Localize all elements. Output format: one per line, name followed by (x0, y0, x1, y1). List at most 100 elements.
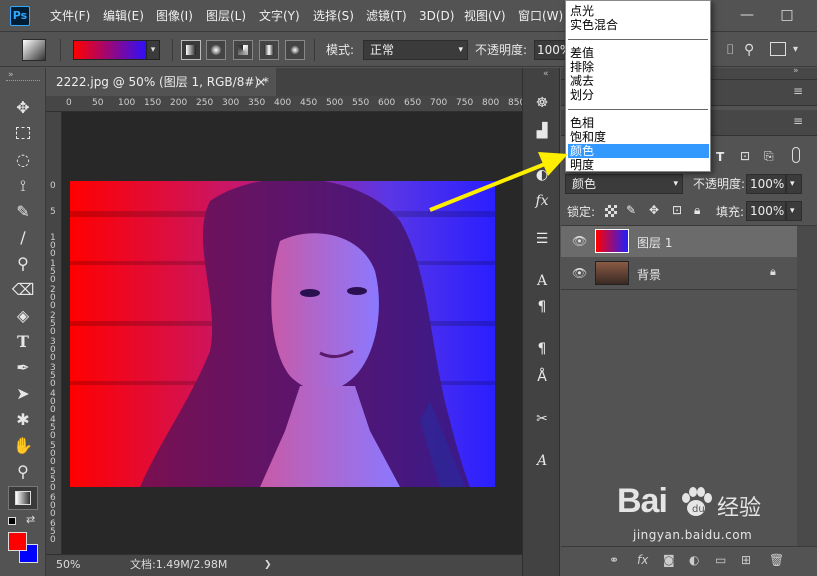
menu-image[interactable]: 图像(I) (156, 0, 193, 32)
lock-all-icon[interactable]: 🔒︎ (694, 203, 700, 218)
stamp-tool-icon[interactable]: ⚲ (10, 252, 36, 276)
visibility-eye-icon[interactable]: 👁︎ (572, 266, 587, 280)
type-filter-icon[interactable]: T (716, 150, 724, 164)
move-tool-icon[interactable]: ✥ (10, 96, 36, 120)
layer-opacity-input[interactable]: 100% (746, 174, 786, 194)
menu-window[interactable]: 窗口(W) (518, 0, 563, 32)
blend-option-divide[interactable]: 划分 (570, 88, 594, 102)
panel-menu-icon[interactable]: ≡ (793, 84, 803, 98)
navigator-icon[interactable]: ☸ (531, 92, 553, 114)
blend-option-partial[interactable]: ▔▔▔ (570, 0, 598, 3)
layer-thumbnail (595, 229, 629, 253)
mode-select[interactable]: 正常 ▾ (363, 40, 468, 60)
marquee-tool-icon[interactable] (10, 122, 36, 146)
fill-input[interactable]: 100% (746, 201, 786, 221)
shape-filter-icon[interactable]: ⊡ (740, 149, 750, 163)
menu-3d[interactable]: 3D(D) (419, 0, 454, 32)
document-tab[interactable]: 2222.jpg @ 50% (图层 1, RGB/8#) * × (46, 68, 276, 96)
chevron-down-icon: ▾ (458, 45, 463, 55)
menu-file[interactable]: 文件(F) (50, 0, 90, 32)
opacity-input[interactable]: 100% (534, 40, 571, 60)
menu-view[interactable]: 视图(V) (464, 0, 506, 32)
histogram-icon[interactable]: ▟ (531, 120, 553, 142)
eraser-tool-icon[interactable]: ⌫ (10, 278, 36, 302)
type-tool-icon[interactable]: T (10, 330, 36, 354)
collapse-icon[interactable]: » (8, 70, 14, 80)
lock-transparent-icon[interactable] (605, 205, 617, 217)
document-tab-title: 2222.jpg @ 50% (图层 1, RGB/8#) * (56, 75, 269, 89)
foreground-color-swatch[interactable] (8, 532, 27, 551)
tool-presets-icon[interactable]: ✂ (531, 408, 553, 430)
gradient-preview[interactable] (73, 40, 149, 60)
opacity-chevron-icon[interactable]: ▾ (786, 174, 802, 194)
filter-toggle-icon[interactable] (792, 147, 800, 163)
blend-option-pin-light[interactable]: 点光 (570, 4, 594, 18)
glyph-a-icon[interactable]: A (531, 450, 553, 472)
menu-edit[interactable]: 编辑(E) (103, 0, 144, 32)
fill-chevron-icon[interactable]: ▾ (786, 201, 802, 221)
gradient-tool-icon[interactable] (8, 486, 38, 510)
blend-option-difference[interactable]: 差值 (570, 46, 594, 60)
close-tab-icon[interactable]: × (256, 68, 266, 96)
collapse-icon[interactable]: « (543, 69, 549, 79)
tools-panel: » ✥ ◌ ⟟ ✎ ∕ ⚲ ⌫ ◈ T ✒ ➤ ✱ ✋ ⚲ ⇄ (0, 68, 46, 576)
character-styles-icon[interactable]: ☰ (531, 228, 553, 250)
zoom-tool-icon[interactable]: ⚲ (10, 460, 36, 484)
grip-icon[interactable] (6, 80, 40, 82)
zoom-level[interactable]: 50% (56, 555, 80, 575)
layer-name[interactable]: 图层 1 (637, 234, 672, 251)
paint-bucket-tool-icon[interactable]: ◈ (10, 304, 36, 328)
menu-separator (568, 109, 708, 110)
menu-type[interactable]: 文字(Y) (259, 0, 300, 32)
visibility-eye-icon[interactable]: 👁︎ (572, 234, 587, 248)
document-image[interactable] (70, 181, 495, 487)
blend-option-subtract[interactable]: 减去 (570, 74, 594, 88)
reflected-gradient-button[interactable] (259, 40, 279, 60)
checkbox-icon[interactable]: ⌷ (726, 40, 740, 60)
lock-artboard-icon[interactable]: ⊡ (672, 203, 682, 217)
menu-select[interactable]: 选择(S) (313, 0, 354, 32)
path-select-tool-icon[interactable]: ➤ (10, 382, 36, 406)
eyedropper-tool-icon[interactable]: ✎ (10, 200, 36, 224)
paragraph-styles-icon[interactable]: ¶ (531, 338, 553, 360)
menu-layer[interactable]: 图层(L) (206, 0, 246, 32)
diamond-gradient-button[interactable] (285, 40, 305, 60)
workspace-icon[interactable] (770, 42, 786, 56)
gradient-picker-chevron-icon[interactable]: ▾ (146, 40, 160, 60)
ruler-label: 350 (248, 98, 266, 108)
character-icon[interactable]: A (531, 270, 553, 292)
swap-colors-icon[interactable]: ⇄ (26, 513, 35, 526)
default-colors-icon[interactable] (8, 517, 16, 525)
panel-menu-icon[interactable]: ≡ (793, 114, 803, 128)
quick-select-tool-icon[interactable]: ⟟ (10, 174, 36, 198)
brush-tool-icon[interactable]: ∕ (10, 226, 36, 250)
status-menu-chevron-icon[interactable]: ❯ (264, 555, 272, 575)
paragraph-icon[interactable]: ¶ (531, 296, 553, 318)
workspace-chevron-icon[interactable]: ▾ (793, 41, 807, 59)
lasso-tool-icon[interactable]: ◌ (10, 148, 36, 172)
blend-option-exclusion[interactable]: 排除 (570, 60, 594, 74)
custom-shape-tool-icon[interactable]: ✱ (10, 408, 36, 432)
lock-position-icon[interactable]: ✥ (649, 203, 659, 217)
menu-filter[interactable]: 滤镜(T) (366, 0, 407, 32)
glyphs-icon[interactable]: Å (531, 366, 553, 388)
photoshop-logo-icon[interactable]: Ps (10, 6, 30, 26)
angle-gradient-button[interactable] (233, 40, 253, 60)
watermark-url: jingyan.baidu.com (633, 528, 753, 542)
collapse-icon[interactable]: » (793, 66, 799, 76)
ruler-label: 350 (50, 363, 56, 389)
lock-pixels-icon[interactable]: ✎ (626, 203, 636, 217)
layer-name[interactable]: 背景 (637, 266, 661, 283)
smart-object-filter-icon[interactable]: ⎘ (764, 149, 774, 164)
layer-blend-mode-select[interactable]: 颜色 ▾ (565, 174, 683, 194)
radial-gradient-button[interactable] (206, 40, 226, 60)
blend-option-hue[interactable]: 色相 (570, 116, 594, 130)
search-icon[interactable]: ⚲ (744, 40, 760, 60)
blend-option-hard-mix[interactable]: 实色混合 (570, 18, 618, 32)
linear-gradient-button[interactable] (181, 40, 201, 60)
maximize-button[interactable]: □ (776, 4, 798, 26)
pen-tool-icon[interactable]: ✒ (10, 356, 36, 380)
minimize-button[interactable]: — (736, 4, 758, 26)
gradient-tool-preset-icon[interactable] (22, 39, 46, 61)
hand-tool-icon[interactable]: ✋ (10, 434, 36, 458)
